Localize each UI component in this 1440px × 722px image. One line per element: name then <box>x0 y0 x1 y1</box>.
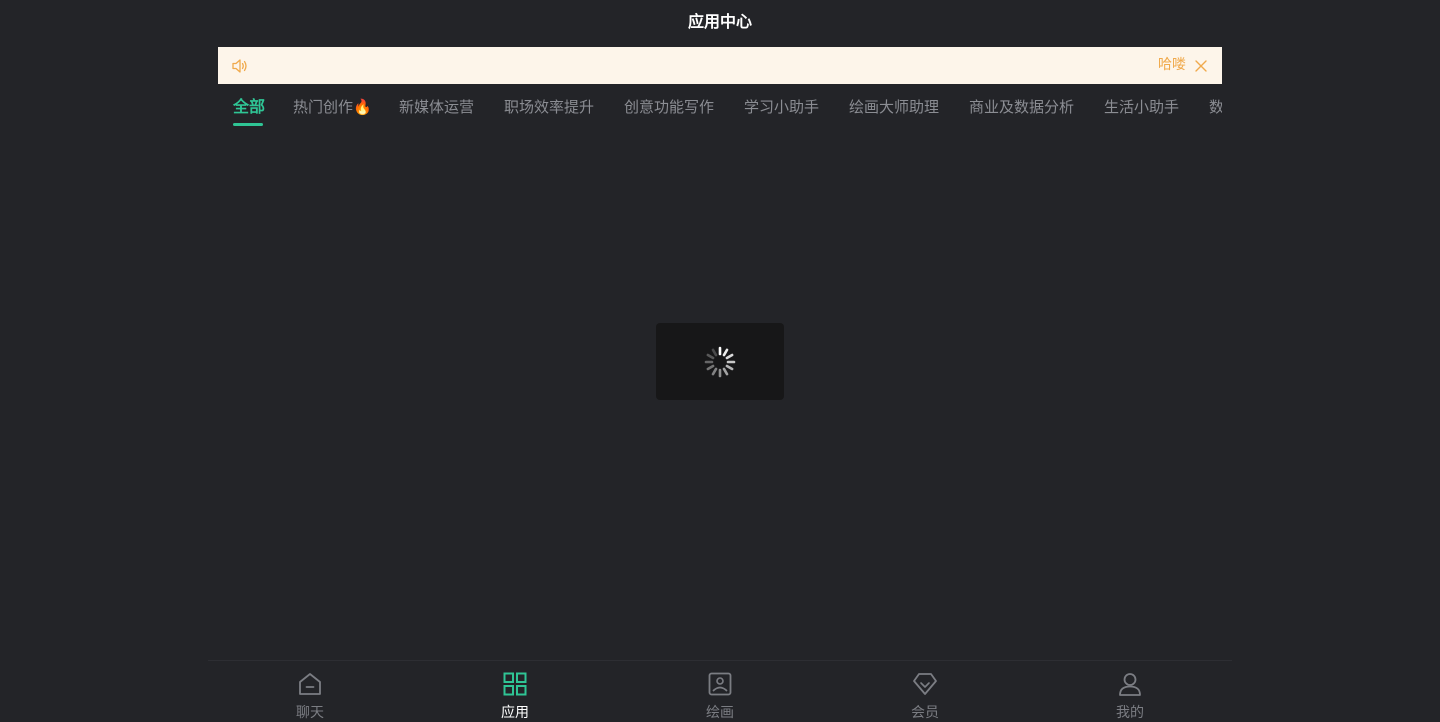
tab-creative-writing[interactable]: 创意功能写作 <box>624 96 714 118</box>
nav-item-profile[interactable]: 我的 <box>1028 661 1232 722</box>
tab-workplace-efficiency[interactable]: 职场效率提升 <box>504 96 594 118</box>
close-icon[interactable] <box>1194 59 1208 73</box>
grid-icon <box>503 672 527 696</box>
nav-item-drawing[interactable]: 绘画 <box>618 661 822 722</box>
speaker-icon <box>232 59 247 73</box>
nav-label-chat: 聊天 <box>296 705 324 721</box>
tab-business-analysis[interactable]: 商业及数据分析 <box>969 96 1074 118</box>
tab-life-helper[interactable]: 生活小助手 <box>1104 96 1179 118</box>
loading-toast <box>656 323 784 400</box>
tab-all[interactable]: 全部 <box>233 96 265 118</box>
bottom-nav: 聊天 应用 绘画 会员 我的 <box>208 660 1232 722</box>
nav-item-membership[interactable]: 会员 <box>823 661 1027 722</box>
tab-study-helper[interactable]: 学习小助手 <box>744 96 819 118</box>
user-icon <box>1119 673 1141 696</box>
tab-hot-creation[interactable]: 热门创作🔥 <box>293 96 372 118</box>
image-icon <box>708 672 732 696</box>
active-tab-indicator <box>233 123 263 126</box>
tab-more[interactable]: 数 <box>1209 96 1222 118</box>
category-tabs: 全部 热门创作🔥 新媒体运营 职场效率提升 创意功能写作 学习小助手 绘画大师助… <box>218 84 1222 128</box>
nav-item-chat[interactable]: 聊天 <box>208 661 412 722</box>
app-center-page: 应用中心 哈喽 全部 热门创作🔥 新媒体运营 职场效率提升 创意功能写作 学习小… <box>0 0 1440 722</box>
tab-new-media[interactable]: 新媒体运营 <box>399 96 474 118</box>
spinner-icon <box>704 346 736 378</box>
tab-drawing-assistant[interactable]: 绘画大师助理 <box>849 96 939 118</box>
home-icon <box>299 673 321 695</box>
notice-action-link[interactable]: 哈喽 <box>1158 47 1186 84</box>
nav-label-membership: 会员 <box>911 705 939 721</box>
page-title: 应用中心 <box>687 12 752 31</box>
diamond-icon <box>913 673 937 695</box>
nav-label-apps: 应用 <box>501 705 529 721</box>
nav-item-apps[interactable]: 应用 <box>413 661 617 722</box>
nav-label-profile: 我的 <box>1116 705 1144 721</box>
nav-label-drawing: 绘画 <box>706 705 734 721</box>
notice-bar: 哈喽 <box>218 47 1222 84</box>
